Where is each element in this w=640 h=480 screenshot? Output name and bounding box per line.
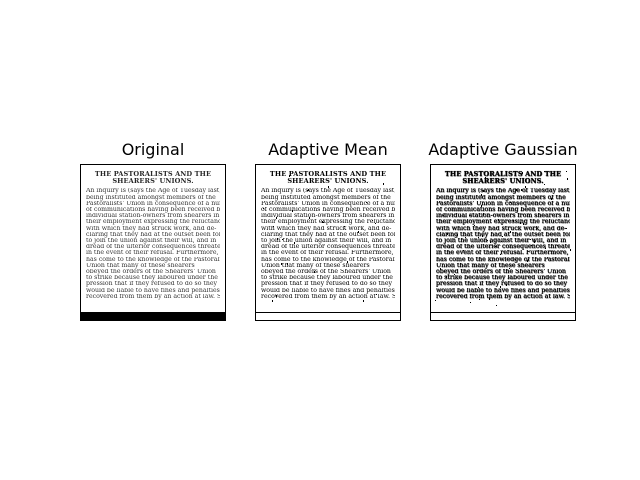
headline: THE PASTORALISTS AND THE SHEARERS' UNION… [261, 170, 395, 186]
newspaper-clipping-original: THE PASTORALISTS AND THE SHEARERS' UNION… [81, 165, 225, 312]
newspaper-clipping-adaptive-mean: THE PASTORALISTS AND THE SHEARERS' UNION… [256, 165, 400, 312]
image-adaptive-gaussian: THE PASTORALISTS AND THE SHEARERS' UNION… [430, 164, 576, 321]
article-body: An inquiry is (says the Age of Tuesday l… [261, 188, 395, 300]
threshold-speckle [362, 299, 364, 302]
newspaper-clipping-adaptive-gaussian: THE PASTORALISTS AND THE SHEARERS' UNION… [431, 165, 575, 312]
threshold-speckle [469, 302, 471, 304]
threshold-speckle [327, 185, 329, 188]
threshold-speckle [524, 185, 526, 188]
headline-line-2: SHEARERS' UNIONS. [287, 177, 369, 186]
black-border-band [81, 312, 225, 320]
article-body: An inquiry is (says the Age of Tuesday l… [436, 188, 570, 300]
threshold-border-band [431, 312, 575, 320]
article-line: recovered from them by an action at law.… [261, 293, 395, 300]
threshold-speckle [569, 248, 571, 251]
article-body: An inquiry is (says the Age of Tuesday l… [86, 188, 220, 300]
headline-line-2: SHEARERS' UNIONS. [112, 177, 194, 186]
threshold-border-band [256, 312, 400, 320]
headline: THE PASTORALISTS AND THE SHEARERS' UNION… [86, 170, 220, 186]
headline: THE PASTORALISTS AND THE SHEARERS' UNION… [436, 170, 570, 186]
article-line: recovered from them by an action at law.… [436, 293, 570, 300]
image-original: THE PASTORALISTS AND THE SHEARERS' UNION… [80, 164, 226, 321]
threshold-speckle [272, 300, 274, 303]
image-adaptive-mean: THE PASTORALISTS AND THE SHEARERS' UNION… [255, 164, 401, 321]
threshold-speckle [496, 304, 498, 306]
headline-line-2: SHEARERS' UNIONS. [462, 177, 544, 186]
panel-title-adaptive-gaussian: Adaptive Gaussian [428, 140, 578, 159]
article-line: recovered from them by an action at law.… [86, 293, 220, 300]
